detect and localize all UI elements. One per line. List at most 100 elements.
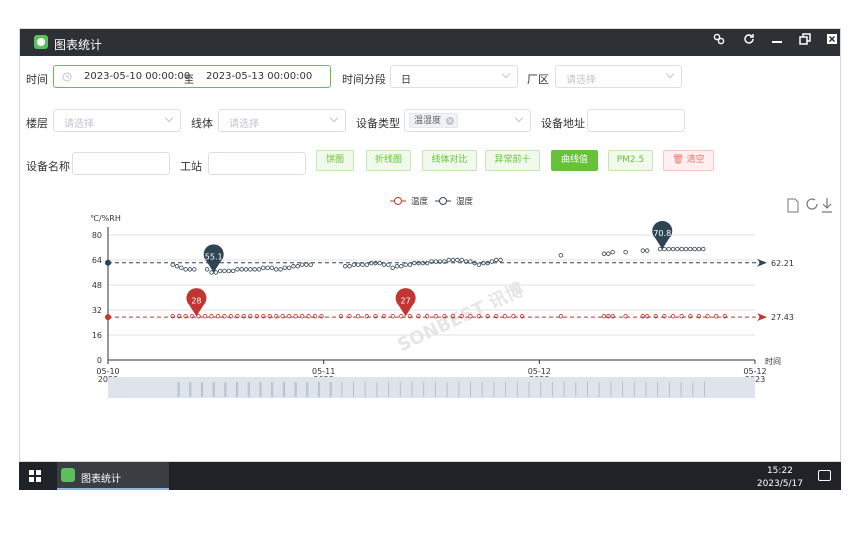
data-point xyxy=(701,246,706,252)
pie-chart-button[interactable]: 饼图 xyxy=(316,150,354,171)
data-point xyxy=(304,262,309,267)
restore-icon[interactable] xyxy=(796,33,814,51)
chevron-down-icon xyxy=(164,113,174,123)
data-point xyxy=(610,249,615,255)
data-point xyxy=(679,246,684,252)
mark-pin-label: 70.8 xyxy=(653,229,671,238)
data-point xyxy=(235,267,240,272)
download-icon xyxy=(822,198,832,213)
data-point xyxy=(347,264,352,269)
mark-pin-label: 27 xyxy=(401,296,411,305)
data-point xyxy=(248,267,253,272)
data-point xyxy=(205,267,210,272)
taskbar-app-item[interactable]: 图表统计 xyxy=(57,462,169,490)
floor-placeholder: 请选择 xyxy=(64,119,94,130)
area-select[interactable]: 请选择 xyxy=(555,65,682,88)
floor-label: 楼层 xyxy=(26,117,48,130)
minimize-icon[interactable] xyxy=(768,33,786,51)
data-point xyxy=(252,267,257,272)
data-point xyxy=(209,314,214,319)
clear-button[interactable]: 🗑 清空 xyxy=(663,150,714,171)
start-date-value: 2023-05-10 00:00:00 xyxy=(84,71,191,82)
data-point xyxy=(446,257,451,263)
chart: 温度湿度℃/%RH0163248648005-10202305-11202305… xyxy=(90,196,832,398)
data-point xyxy=(217,268,223,274)
date-range-picker[interactable]: 2023-05-10 00:00:00 至 2023-05-13 00:00:0… xyxy=(53,65,331,88)
curve-value-button[interactable]: 曲线值 xyxy=(551,150,598,171)
data-point xyxy=(386,262,391,267)
mark-pin-label: 28 xyxy=(191,296,201,305)
y-tick-label: 64 xyxy=(92,256,102,265)
data-point xyxy=(209,270,214,275)
station-input[interactable] xyxy=(208,152,306,175)
device-address-input[interactable] xyxy=(587,109,685,132)
data-point xyxy=(606,251,611,256)
data-point xyxy=(226,268,231,274)
data-point xyxy=(274,267,279,272)
data-point xyxy=(351,262,357,267)
data-point xyxy=(179,265,184,271)
data-point xyxy=(683,246,689,252)
close-icon[interactable] xyxy=(823,33,841,51)
x-axis-label: 时间 xyxy=(765,356,781,366)
data-point xyxy=(286,265,292,271)
window-title: 图表统计 xyxy=(54,38,103,52)
legend-label: 温度 xyxy=(411,196,429,207)
notification-icon[interactable] xyxy=(818,470,831,481)
app-window: 图表统计 时间 2023-05-10 00:00:00 至 2023-05-13… xyxy=(19,28,841,462)
line-chart-button[interactable]: 折线图 xyxy=(366,150,411,171)
segment-select[interactable]: 日 xyxy=(390,65,518,88)
average-line-start xyxy=(105,259,111,266)
data-point xyxy=(278,267,283,272)
data-point xyxy=(494,257,499,263)
tag-close-icon[interactable]: × xyxy=(446,117,455,125)
data-point xyxy=(170,262,175,267)
data-point xyxy=(360,262,365,267)
data-point xyxy=(640,248,646,253)
device-type-tag-label: 温湿度 xyxy=(414,116,442,126)
refresh-icon[interactable] xyxy=(740,33,758,51)
chevron-down-icon xyxy=(665,69,675,79)
data-point xyxy=(670,246,676,252)
data-point xyxy=(183,267,188,272)
time-label: 时间 xyxy=(26,73,48,86)
windows-start-icon[interactable] xyxy=(29,470,41,482)
floor-select[interactable]: 请选择 xyxy=(53,109,181,132)
data-point xyxy=(243,267,249,272)
data-point xyxy=(308,262,313,267)
legend-marker xyxy=(439,197,447,205)
chevron-down-icon xyxy=(514,113,524,123)
link-icon[interactable] xyxy=(710,33,728,51)
data-point xyxy=(403,262,408,267)
device-name-label: 设备名称 xyxy=(26,160,70,173)
data-point xyxy=(688,246,693,252)
data-point xyxy=(558,253,564,258)
data-point xyxy=(644,248,650,253)
abnormal-top10-button[interactable]: 异常前十 xyxy=(485,150,540,171)
data-point xyxy=(230,268,236,274)
y-tick-label: 80 xyxy=(92,231,102,240)
y-tick-label: 32 xyxy=(92,306,102,315)
pm25-button[interactable]: PM2.5 xyxy=(608,150,653,171)
taskbar-clock[interactable]: 15:22 2023/5/17 xyxy=(757,465,803,491)
line-placeholder: 请选择 xyxy=(229,119,259,130)
data-point xyxy=(213,270,219,275)
data-point xyxy=(299,262,305,267)
data-point xyxy=(381,262,387,267)
line-label: 线体 xyxy=(191,117,213,130)
line-compare-button[interactable]: 线体对比 xyxy=(422,150,477,171)
data-point xyxy=(399,264,404,269)
data-point xyxy=(293,314,298,319)
area-label: 厂区 xyxy=(527,73,549,86)
line-select[interactable]: 请选择 xyxy=(218,109,346,132)
y-tick-label: 0 xyxy=(97,356,102,365)
average-line-arrow xyxy=(757,258,767,267)
data-point xyxy=(476,262,482,267)
device-type-select[interactable]: 温湿度 × xyxy=(404,109,531,132)
data-point xyxy=(390,265,395,271)
y-axis-label: ℃/%RH xyxy=(90,214,121,223)
data-point xyxy=(468,314,473,319)
data-point xyxy=(282,265,288,271)
device-name-input[interactable] xyxy=(72,152,170,175)
restore-chart-icon xyxy=(806,198,818,210)
